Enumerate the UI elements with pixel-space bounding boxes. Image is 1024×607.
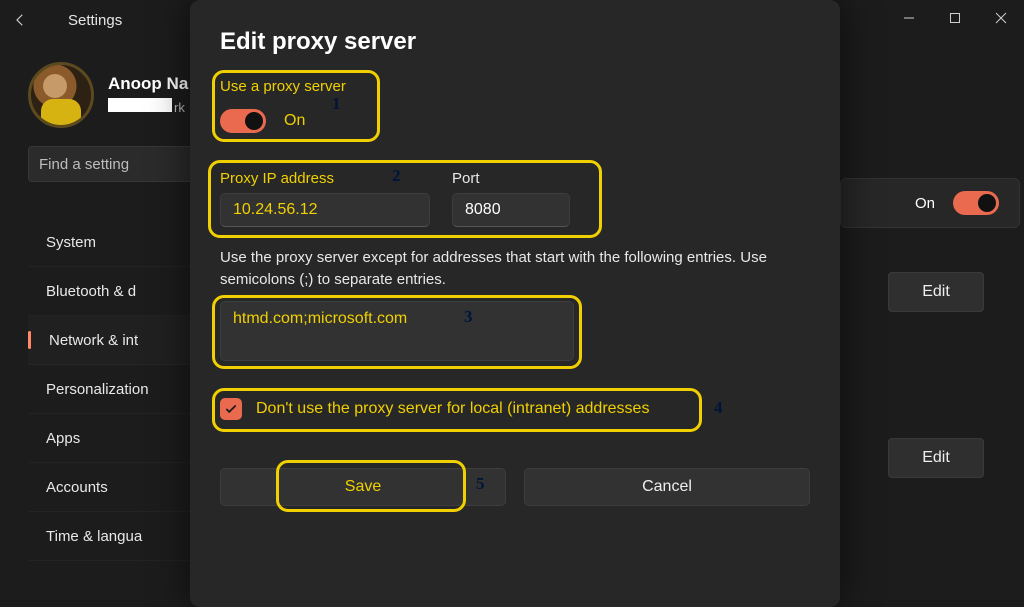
cancel-button[interactable]: Cancel	[524, 468, 810, 506]
profile-sub-tail: rk	[174, 100, 185, 115]
except-description: Use the proxy server except for addresse…	[220, 247, 810, 291]
proxy-ip-input[interactable]	[220, 193, 430, 227]
save-button[interactable]: Save	[220, 468, 506, 506]
port-input[interactable]	[452, 193, 570, 227]
bg-toggle-label: On	[915, 195, 935, 212]
local-addresses-checkbox[interactable]	[220, 398, 242, 420]
edit-proxy-dialog: Edit proxy server Use a proxy server On …	[190, 0, 840, 607]
use-proxy-label: Use a proxy server	[220, 78, 810, 95]
close-button[interactable]	[978, 0, 1024, 36]
bg-edit-button-1[interactable]: Edit	[888, 272, 984, 312]
window-controls	[886, 0, 1024, 36]
profile-name: Anoop Na	[108, 74, 188, 94]
annotation-number-2: 2	[392, 166, 401, 186]
dialog-title: Edit proxy server	[220, 28, 810, 56]
local-addresses-label: Don't use the proxy server for local (in…	[256, 400, 649, 418]
use-proxy-toggle[interactable]	[220, 109, 266, 133]
settings-window: Settings Anoop Na rk Find a setting Syst…	[0, 0, 1024, 607]
back-button[interactable]	[0, 0, 40, 40]
bg-card-toggle: On	[840, 178, 1020, 228]
annotation-number-1: 1	[332, 94, 341, 114]
maximize-button[interactable]	[932, 0, 978, 36]
minimize-button[interactable]	[886, 0, 932, 36]
avatar	[28, 62, 94, 128]
annotation-number-4: 4	[714, 398, 723, 418]
window-title: Settings	[68, 12, 122, 29]
except-entries-input[interactable]	[220, 301, 574, 361]
bg-toggle[interactable]	[953, 191, 999, 215]
profile-sub-redacted	[108, 98, 172, 112]
port-label: Port	[452, 170, 570, 187]
annotation-number-5: 5	[476, 474, 485, 494]
bg-edit-button-2[interactable]: Edit	[888, 438, 984, 478]
annotation-number-3: 3	[464, 307, 473, 327]
use-proxy-state: On	[284, 112, 305, 130]
search-placeholder: Find a setting	[39, 156, 129, 173]
